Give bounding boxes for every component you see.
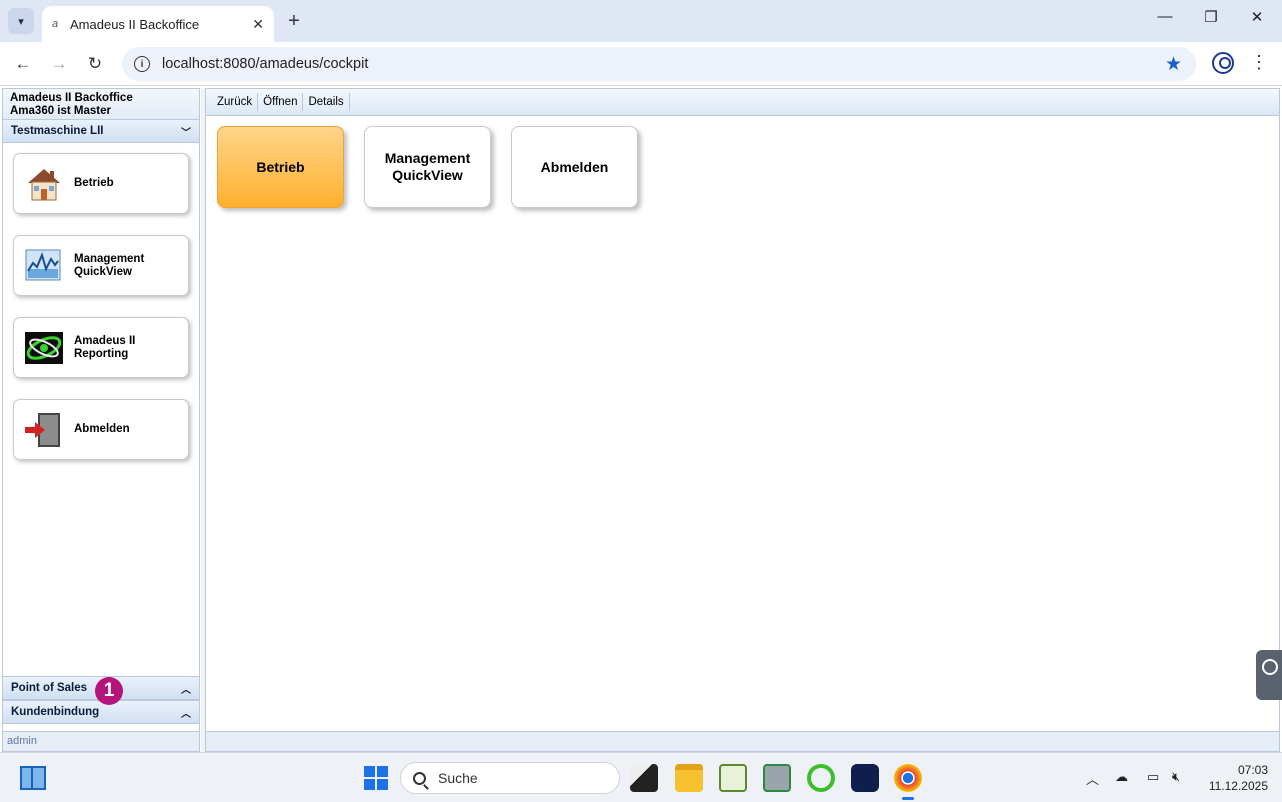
speaker-muted-icon[interactable]: 🔇︎ — [1172, 769, 1180, 785]
main-tile-abmelden[interactable]: Abmelden — [511, 126, 638, 208]
browser-toolbar: ← → ↻ i localhost:8080/amadeus/cockpit ★… — [0, 42, 1282, 86]
chevron-up-icon: ︿ — [181, 684, 191, 696]
chevron-down-icon: ﹀ — [181, 127, 191, 139]
tray-chevron-up-icon[interactable]: ︿ — [1086, 769, 1099, 788]
bookmark-star-icon[interactable]: ★ — [1165, 53, 1182, 76]
tile-label: Management QuickView — [74, 252, 145, 278]
section-kundenbindung[interactable]: Kundenbindung ︿ — [3, 700, 199, 724]
details-toolbar-button[interactable]: Details — [303, 93, 350, 111]
annotation-badge: 1 — [95, 677, 123, 705]
user-footer: admin — [3, 731, 199, 751]
network-app-icon[interactable] — [763, 764, 791, 792]
tile-label: Abmelden — [74, 423, 130, 435]
chevron-up-icon: ︿ — [181, 708, 191, 720]
forward-button[interactable]: → — [46, 52, 72, 76]
section-testmaschine[interactable]: Testmaschine LII ﹀ — [3, 119, 199, 143]
green-ring-app-icon[interactable] — [807, 764, 835, 792]
window-close-icon[interactable]: ✕ — [1242, 8, 1272, 26]
widgets-icon[interactable] — [20, 766, 46, 790]
network-icon[interactable]: ▭ — [1147, 769, 1159, 785]
main-tile-betrieb[interactable]: Betrieb — [217, 126, 344, 208]
section-title: Testmaschine LII — [11, 125, 104, 137]
back-button[interactable]: ← — [10, 52, 36, 76]
sidebar-tile-reporting[interactable]: Amadeus II Reporting — [13, 317, 189, 378]
address-bar[interactable]: i localhost:8080/amadeus/cockpit ★ — [122, 47, 1196, 81]
windows-start-icon[interactable] — [364, 766, 388, 790]
tile-label: Betrieb — [74, 177, 114, 189]
main-panel: Zurück Öffnen Details Betrieb Management… — [205, 88, 1280, 752]
minimize-icon[interactable]: — — [1150, 8, 1180, 25]
new-tab-button[interactable]: + — [282, 9, 306, 33]
reporting-icon — [24, 329, 64, 367]
taskbar-search[interactable]: Suche — [400, 762, 620, 794]
clock-date: 11.12.2025 — [1208, 779, 1268, 793]
sidebar-tile-management-quickview[interactable]: Management QuickView — [13, 235, 189, 296]
sidebar-tiles: Betrieb Management QuickView Amadeus II … — [3, 143, 199, 676]
teamviewer-app-icon[interactable] — [851, 764, 879, 792]
cloud-offline-icon[interactable]: ☁ — [1115, 769, 1128, 785]
open-toolbar-button[interactable]: Öffnen — [258, 93, 304, 111]
main-status-bar — [206, 731, 1279, 751]
clock-time: 07:03 — [1237, 763, 1268, 777]
restore-icon[interactable]: ❐ — [1196, 8, 1226, 26]
back-toolbar-button[interactable]: Zurück — [212, 93, 259, 111]
task-view-icon[interactable] — [630, 764, 658, 792]
file-explorer-icon[interactable] — [675, 764, 703, 792]
tab-title: Amadeus II Backoffice — [70, 16, 200, 32]
taskbar-clock[interactable]: 07:03 11.12.2025 — [1196, 762, 1268, 794]
main-tile-management-quickview[interactable]: Management QuickView — [364, 126, 491, 208]
app-title: Amadeus II Backoffice — [10, 92, 133, 104]
search-placeholder: Suche — [438, 770, 478, 786]
reload-button[interactable]: ↻ — [82, 52, 108, 76]
tab-close-icon[interactable]: ✕ — [252, 16, 264, 33]
tile-label: Amadeus II Reporting — [74, 334, 136, 360]
sidebar-header: Amadeus II Backoffice Ama360 ist Master — [3, 89, 199, 119]
taskbar: Suche ︿ ☁ ▭ 🔇︎ 07:03 11.12.2025 — [0, 752, 1282, 802]
favicon-icon: a — [52, 18, 59, 30]
tab-search-menu-button[interactable]: ▾ — [8, 8, 34, 34]
section-title: Kundenbindung — [11, 706, 100, 718]
url-text: localhost:8080/amadeus/cockpit — [162, 56, 369, 72]
notepad-app-icon[interactable] — [719, 764, 747, 792]
sidebar-tile-abmelden[interactable]: Abmelden — [13, 399, 189, 460]
chrome-app-icon[interactable] — [894, 764, 922, 800]
sidebar: Amadeus II Backoffice Ama360 ist Master … — [2, 88, 200, 752]
sidebar-tile-betrieb[interactable]: Betrieb — [13, 153, 189, 214]
house-icon — [24, 165, 64, 203]
section-title: Point of Sales — [11, 682, 88, 694]
site-info-icon[interactable]: i — [134, 56, 150, 72]
teamviewer-side-tab[interactable] — [1256, 650, 1282, 700]
search-icon — [413, 771, 426, 785]
browser-tab[interactable]: a Amadeus II Backoffice ✕ — [42, 6, 274, 42]
browser-tab-bar: ▾ a Amadeus II Backoffice ✕ + — ❐ ✕ — [0, 0, 1282, 42]
logout-door-icon — [24, 411, 64, 449]
main-toolbar: Zurück Öffnen Details — [206, 89, 1279, 116]
profile-icon[interactable] — [1212, 52, 1234, 74]
browser-menu-icon[interactable]: ⋮ — [1250, 52, 1268, 73]
chart-icon — [24, 247, 64, 285]
master-info: Ama360 ist Master — [10, 105, 111, 117]
